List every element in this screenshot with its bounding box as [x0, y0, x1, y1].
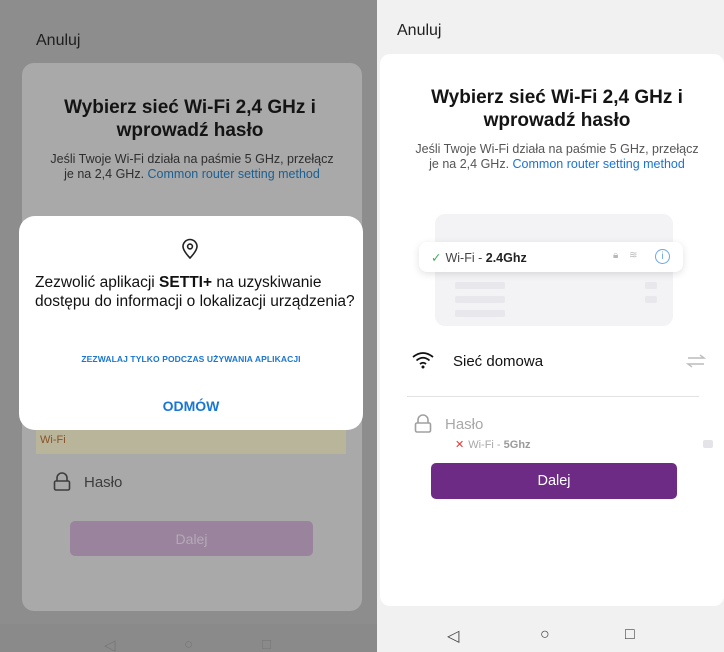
placeholder-bar	[455, 296, 505, 303]
lock-icon	[53, 472, 71, 491]
back-nav-button[interactable]: ◁	[104, 636, 116, 652]
location-pin-icon	[182, 238, 198, 260]
dialog-message: Zezwolić aplikacji SETTI+ na uzyskiwanie…	[35, 273, 355, 311]
check-icon: ✓	[431, 251, 442, 265]
router-method-link[interactable]: Common router setting method	[148, 167, 320, 181]
router-method-link[interactable]: Common router setting method	[513, 157, 685, 171]
lock-wifi-icons: 🔒︎ ≋	[613, 250, 642, 261]
wifi-24ghz-row: ✓ Wi-Fi - 2.4Ghz 🔒︎ ≋ i	[419, 242, 683, 272]
divider	[407, 396, 699, 397]
page-title: Wybierz sieć Wi-Fi 2,4 GHz i wprowadź ha…	[64, 97, 316, 141]
wifi-24ghz-prefix: Wi-Fi -	[445, 251, 486, 265]
network-selector[interactable]: Sieć domowa	[411, 350, 707, 374]
wifi-24ghz-band: 2.4Ghz	[485, 251, 527, 265]
dialog-text-before: Zezwolić aplikacji	[35, 274, 160, 291]
network-name: Sieć domowa	[453, 353, 544, 370]
placeholder-bar	[455, 310, 505, 317]
placeholder-bar	[645, 282, 657, 289]
subtitle: Jeśli Twoje Wi-Fi działa na paśmie 5 GHz…	[50, 152, 334, 182]
cross-icon: ✕	[455, 439, 465, 451]
lock-icon	[414, 414, 432, 433]
password-field[interactable]: Hasło	[413, 414, 483, 434]
password-field[interactable]: Hasło	[52, 472, 122, 492]
left-screen: Anuluj Wybierz sieć Wi-Fi 2,4 GHz i wpro…	[0, 0, 377, 652]
password-placeholder: Hasło	[445, 415, 484, 433]
recents-nav-button[interactable]: □	[262, 636, 271, 652]
deny-button[interactable]: ODMÓW	[19, 398, 363, 414]
content-card	[380, 54, 724, 606]
password-placeholder: Hasło	[84, 473, 123, 491]
switch-network-icon[interactable]	[686, 354, 706, 368]
placeholder-block	[703, 440, 713, 448]
next-button[interactable]: Dalej	[431, 463, 677, 499]
warning-text: Wi-Fi	[40, 434, 66, 446]
home-nav-button[interactable]: ○	[540, 626, 550, 644]
permission-dialog: Zezwolić aplikacji SETTI+ na uzyskiwanie…	[19, 216, 363, 430]
placeholder-bar	[455, 282, 505, 289]
back-nav-button[interactable]: ◁	[447, 626, 459, 646]
wifi-5ghz-band: 5Ghz	[503, 439, 531, 451]
wifi-24ghz-label: ✓ Wi-Fi - 2.4Ghz	[431, 250, 527, 265]
navigation-bar: ◁ ○ □	[377, 620, 724, 652]
recents-nav-button[interactable]: □	[625, 626, 635, 644]
allow-while-using-button[interactable]: ZEZWALAJ TYLKO PODCZAS UŻYWANIA APLIKACJ…	[19, 354, 363, 364]
subtitle: Jeśli Twoje Wi-Fi działa na paśmie 5 GHz…	[413, 142, 701, 172]
cancel-button[interactable]: Anuluj	[36, 32, 80, 50]
info-icon: i	[655, 249, 670, 264]
wifi-icon	[412, 352, 434, 369]
next-button[interactable]: Dalej	[70, 521, 313, 556]
cancel-button[interactable]: Anuluj	[397, 22, 441, 40]
home-nav-button[interactable]: ○	[184, 636, 193, 652]
wifi-5ghz-row: ✕ Wi-Fi - 5Ghz	[455, 438, 531, 451]
page-title: Wybierz sieć Wi-Fi 2,4 GHz i wprowadź ha…	[431, 87, 683, 131]
navigation-bar: ◁ ○ □	[0, 624, 377, 652]
dialog-app-name: SETTI+	[159, 274, 213, 291]
right-screen: Anuluj Wybierz sieć Wi-Fi 2,4 GHz i wpro…	[377, 0, 724, 652]
wifi-5ghz-prefix: Wi-Fi -	[468, 439, 504, 451]
placeholder-bar	[645, 296, 657, 303]
